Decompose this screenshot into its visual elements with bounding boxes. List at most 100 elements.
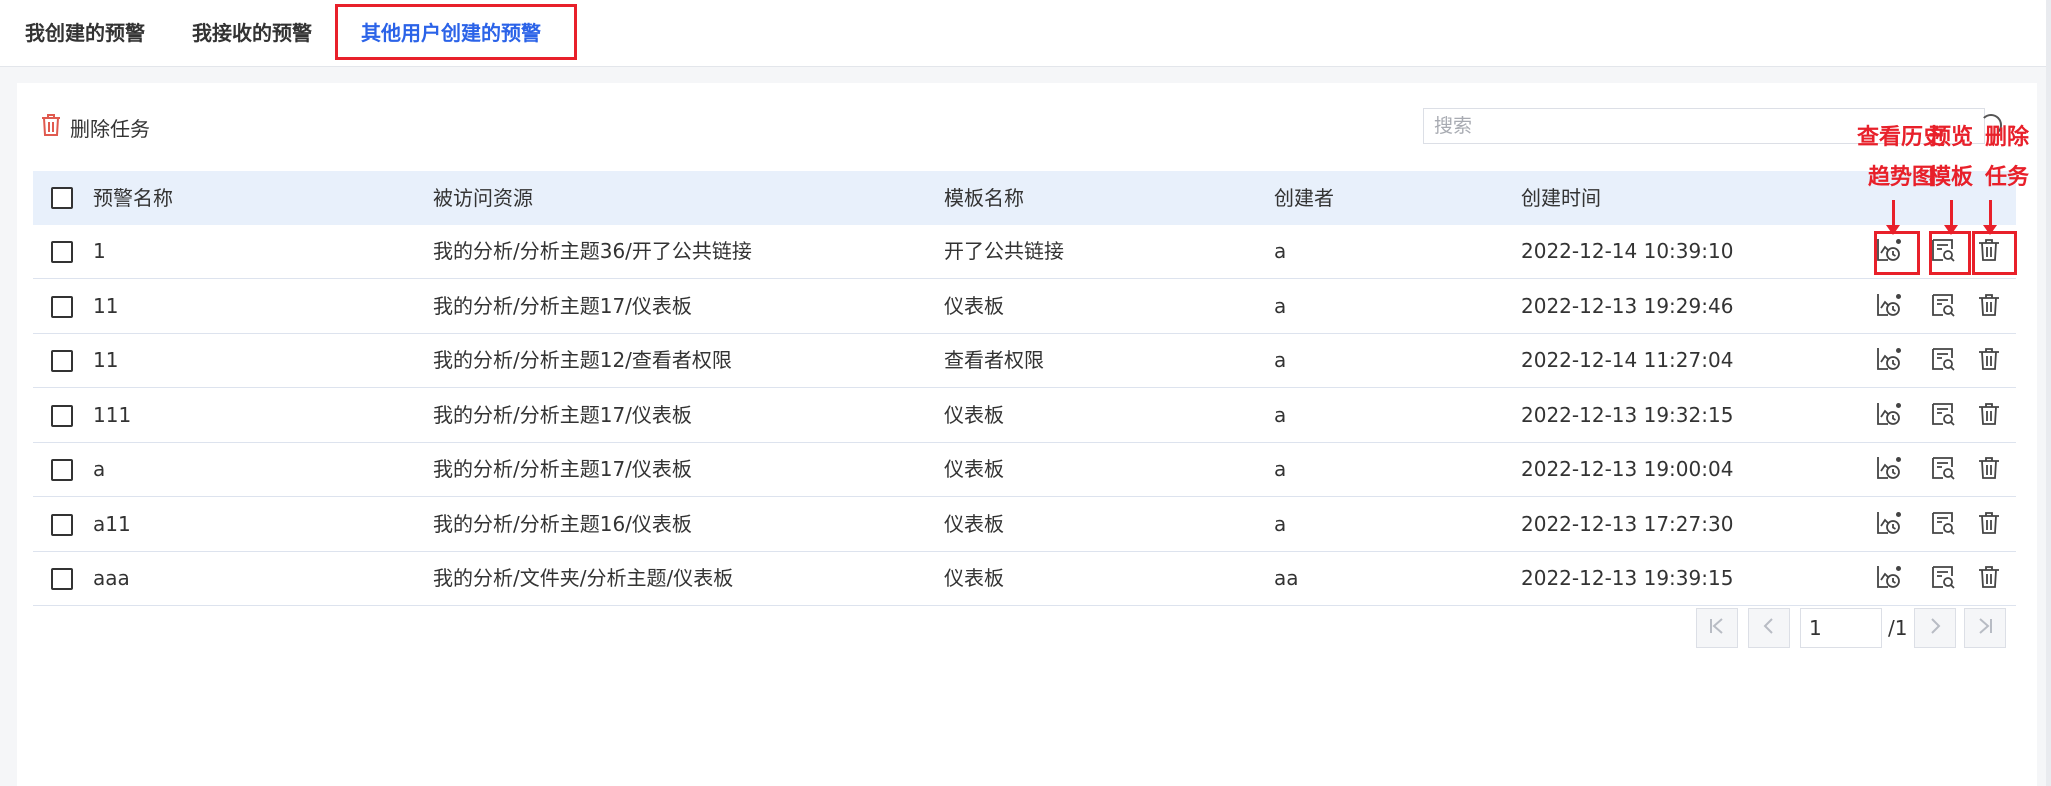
template-preview-icon: [1930, 564, 1956, 594]
delete-task-label: 删除任务: [70, 116, 150, 141]
trend-history-button[interactable]: [1873, 564, 1905, 594]
table-row[interactable]: 11 我的分析/分析主题12/查看者权限 查看者权限 a 2022-12-14 11:2…: [33, 334, 2016, 388]
trend-history-icon: [1875, 237, 1903, 267]
cell-alert-name: a: [93, 457, 106, 481]
template-preview-icon: [1930, 510, 1956, 540]
first-page-button[interactable]: [1696, 608, 1738, 648]
row-checkbox[interactable]: [51, 295, 73, 318]
delete-icon: [1977, 346, 2001, 376]
cell-template: 仪表板: [944, 511, 1004, 536]
next-page-button[interactable]: [1914, 608, 1956, 648]
template-preview-icon: [1930, 237, 1956, 267]
prev-page-button[interactable]: [1748, 608, 1790, 648]
column-header-created-time: 创建时间: [1521, 186, 1601, 210]
delete-button[interactable]: [1973, 564, 2005, 594]
cell-alert-name: 1: [93, 239, 106, 263]
row-checkbox[interactable]: [51, 350, 73, 372]
column-header-creator: 创建者: [1274, 186, 1334, 210]
first-page-icon: [1707, 616, 1727, 640]
trend-history-icon: [1875, 292, 1903, 322]
table-row[interactable]: a11 我的分析/分析主题16/仪表板 仪表板 a 2022-12-13 17:27:3…: [33, 497, 2016, 552]
template-preview-button[interactable]: [1927, 510, 1959, 540]
cell-creator: aa: [1274, 566, 1299, 590]
row-checkbox[interactable]: [51, 241, 73, 263]
table-row[interactable]: aaa 我的分析/文件夹/分析主题/仪表板 仪表板 aa 2022-12-13 19:3…: [33, 552, 2016, 606]
cell-resource: 我的分析/分析主题36/开了公共链接: [433, 239, 752, 263]
row-checkbox[interactable]: [51, 459, 73, 481]
template-preview-icon: [1930, 292, 1956, 322]
cell-resource: 我的分析/分析主题17/仪表板: [433, 457, 692, 481]
trend-history-button[interactable]: [1873, 455, 1905, 485]
row-checkbox[interactable]: [51, 513, 73, 536]
trend-history-button[interactable]: [1873, 510, 1905, 540]
row-checkbox[interactable]: [51, 568, 73, 590]
row-checkbox[interactable]: [51, 404, 73, 427]
column-header-resource: 被访问资源: [433, 186, 533, 210]
delete-icon: [1977, 455, 2001, 485]
table-row[interactable]: 1 我的分析/分析主题36/开了公共链接 开了公共链接 a 2022-12-14 10:…: [33, 225, 2016, 279]
trend-history-icon: [1875, 401, 1903, 431]
table-header: 预警名称 被访问资源 模板名称 创建者 创建时间: [33, 171, 2016, 225]
template-preview-button[interactable]: [1927, 346, 1959, 376]
cell-template: 仪表板: [944, 457, 1004, 481]
cell-alert-name: aaa: [93, 566, 130, 590]
template-preview-button[interactable]: [1927, 401, 1959, 431]
cell-resource: 我的分析/分析主题12/查看者权限: [433, 348, 732, 372]
annotation-arrow-delete: [1983, 200, 1997, 235]
cell-alert-name: 11: [93, 348, 119, 372]
cell-creator: a: [1274, 402, 1287, 427]
delete-button[interactable]: [1973, 237, 2005, 267]
delete-button[interactable]: [1973, 346, 2005, 376]
cell-creator: a: [1274, 511, 1287, 536]
cell-created-time: 2022-12-13 19:29:46: [1521, 293, 1734, 318]
trend-history-icon: [1875, 564, 1903, 594]
cell-template: 仪表板: [944, 293, 1004, 318]
template-preview-button[interactable]: [1927, 292, 1959, 322]
tab-bar: 我创建的预警 我接收的预警 其他用户创建的预警: [0, 0, 2051, 67]
cell-created-time: 2022-12-13 17:27:30: [1521, 511, 1734, 536]
tab-my-received-alerts[interactable]: 我接收的预警: [192, 0, 312, 66]
trend-history-button[interactable]: [1873, 237, 1905, 267]
annotation-arrow-preview: [1944, 200, 1958, 235]
cell-alert-name: 11: [93, 293, 119, 318]
last-page-button[interactable]: [1964, 608, 2006, 648]
trend-history-icon: [1875, 346, 1903, 376]
cell-creator: a: [1274, 293, 1287, 318]
template-preview-button[interactable]: [1927, 564, 1959, 594]
column-header-alert-name: 预警名称: [93, 186, 173, 210]
trend-history-button[interactable]: [1873, 401, 1905, 431]
annotation-arrow-trend: [1886, 200, 1900, 235]
tab-my-created-alerts[interactable]: 我创建的预警: [25, 0, 145, 66]
chevron-left-icon: [1759, 616, 1779, 640]
cell-creator: a: [1274, 239, 1287, 263]
template-preview-icon: [1930, 346, 1956, 376]
template-preview-button[interactable]: [1927, 455, 1959, 485]
table-row[interactable]: 111 我的分析/分析主题17/仪表板 仪表板 a 2022-12-13 19:32:1…: [33, 388, 2016, 443]
delete-button[interactable]: [1973, 455, 2005, 485]
cell-template: 查看者权限: [944, 348, 1044, 372]
cell-created-time: 2022-12-13 19:00:04: [1521, 457, 1734, 481]
cell-resource: 我的分析/分析主题16/仪表板: [433, 511, 692, 536]
cell-alert-name: 111: [93, 402, 132, 427]
scrollbar-track[interactable]: [2046, 0, 2051, 786]
page-number-input[interactable]: [1800, 608, 1882, 648]
cell-creator: a: [1274, 457, 1287, 481]
delete-button[interactable]: [1973, 510, 2005, 540]
table-row[interactable]: a 我的分析/分析主题17/仪表板 仪表板 a 2022-12-13 19:00:04: [33, 443, 2016, 497]
tab-other-users-alerts[interactable]: 其他用户创建的预警: [361, 0, 541, 66]
trend-history-button[interactable]: [1873, 292, 1905, 322]
template-preview-icon: [1930, 401, 1956, 431]
delete-button[interactable]: [1973, 401, 2005, 431]
chevron-right-icon: [1925, 616, 1945, 640]
table-row[interactable]: 11 我的分析/分析主题17/仪表板 仪表板 a 2022-12-13 19:29:46: [33, 279, 2016, 334]
select-all-checkbox[interactable]: [51, 187, 73, 209]
cell-created-time: 2022-12-13 19:32:15: [1521, 402, 1734, 427]
template-preview-button[interactable]: [1927, 237, 1959, 267]
delete-button[interactable]: [1973, 292, 2005, 322]
annotation-delete-task: 删除 任务: [1984, 125, 2029, 190]
cell-alert-name: a11: [93, 511, 131, 536]
delete-icon: [1977, 401, 2001, 431]
delete-icon: [1977, 510, 2001, 540]
delete-task-button[interactable]: 删除任务: [40, 110, 150, 144]
trend-history-button[interactable]: [1873, 346, 1905, 376]
